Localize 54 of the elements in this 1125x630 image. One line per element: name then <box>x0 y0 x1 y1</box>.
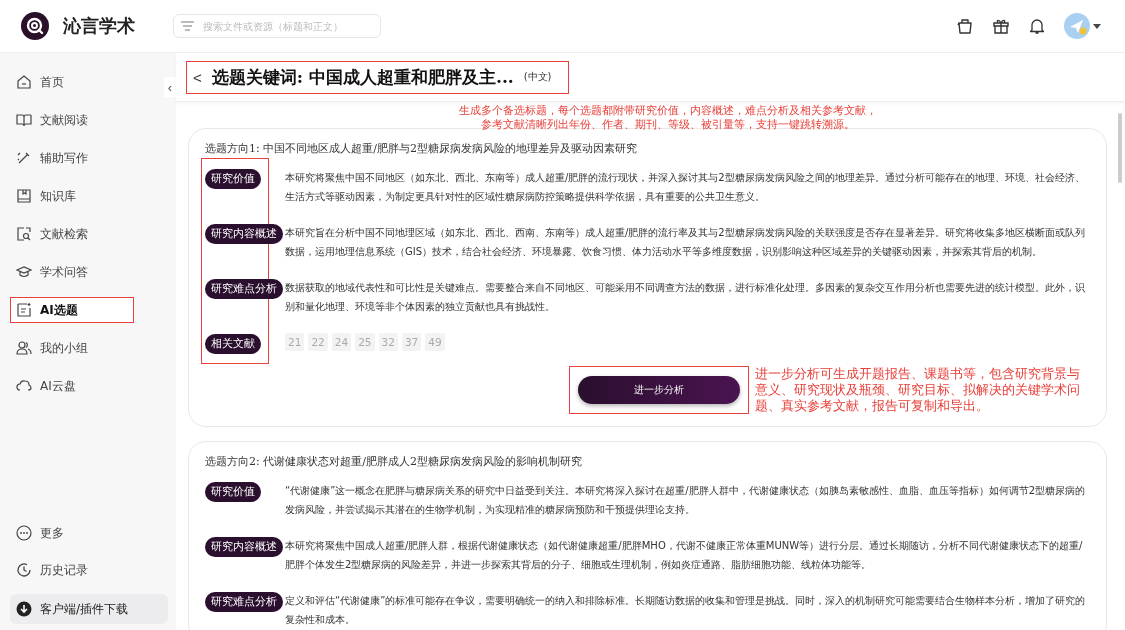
section-label: 相关文献 <box>205 334 261 354</box>
section-label: 研究难点分析 <box>205 279 283 299</box>
download-icon <box>16 601 32 617</box>
back-button[interactable]: < <box>193 68 202 86</box>
cloud-icon <box>16 378 32 394</box>
gift-icon[interactable] <box>992 17 1010 35</box>
pen-icon <box>16 150 32 166</box>
section-label: 研究难点分析 <box>205 592 283 612</box>
more-icon <box>16 525 32 541</box>
topic-title: 选题方向1: 中国不同地区成人超重/肥胖与2型糖尿病发病风险的地理差异及驱动因素研究 <box>205 141 638 156</box>
sidebar-item[interactable]: 辅助写作 <box>10 145 134 171</box>
section-label: 研究内容概述 <box>205 224 283 244</box>
notebook-icon <box>16 188 32 204</box>
section-label: 研究内容概述 <box>205 537 283 557</box>
logo-icon <box>21 12 49 40</box>
scrollbar[interactable] <box>1118 113 1122 183</box>
further-analysis-button[interactable]: 进一步分析 <box>578 376 740 404</box>
graduation-cap-icon <box>16 264 32 280</box>
section-text: 数据获取的地域代表性和可比性是关键难点。需要整合来自不同地区、可能采用不同调查方法的数据，进行标准化处理。多因素的复杂交互作用分析也需要先进的统计模型。此外，识别和量化地理、环境等非个体因素的独立贡献也具有挑战性。 <box>285 281 1086 314</box>
sidebar-item[interactable]: 文献检索 <box>10 221 134 247</box>
annotation-text: 生成多个备选标题，每个选题都附带研究价值，内容概述，难点分析及相关参考文献， <box>458 104 877 118</box>
section-label: 研究价值 <box>205 169 261 189</box>
section-text: 本研究将聚焦中国成人超重/肥胖人群，根据代谢健康状态（如代谢健康超重/肥胖MHO，代谢不健康正常体重MUNW等）进行分层。通过长期随访，分析不同代谢健康状态下的超重/肥胖个体发生2型糖尿病的风险差异，并进一步探索其背后的分子、细胞或生理机制，例如炎症通路、脂肪细胞功能、线粒体功能等。 <box>285 539 1084 572</box>
section-text: 定义和评估“代谢健康”的标准可能存在争议，需要明确统一的纳入和排除标准。长期随访数据的收集和管理是挑战。同时，深入的机制研究可能需要结合生物样本分析，增加了研究的复杂性和成本。 <box>285 594 1087 627</box>
section-text: 本研究旨在分析中国不同地理区域（如东北、西北、西南、东南等）成人超重/肥胖的流行率及其与2型糖尿病发病风险的关联强度是否存在显著差异。研究将收集多地区横断面或队列数据，运用地理信息系统（GIS）技术，结合社会经济、环境暴露、饮食习惯、体力活动水平等多维度数据，识别影响这种区域差异的关键驱动因素，并探索其背后的机制。 <box>285 226 1086 259</box>
section-text: “代谢健康”这一概念在肥胖与糖尿病关系的研究中日益受到关注。本研究将深入探讨在超重/肥胖人群中，代谢健康状态（如胰岛素敏感性、血脂、血压等指标）如何调节2型糖尿病的发病风险，并尝试揭示其潜在的生物学机制，为实现精准的糖尿病预防和干预提供理论支持。 <box>285 484 1087 517</box>
app-name: 沁言学术 <box>63 14 135 38</box>
sidebar-item[interactable]: AI云盘 <box>10 373 134 399</box>
collapse-button[interactable]: ‹ <box>164 77 176 97</box>
sidebar-item[interactable]: 我的小组 <box>10 335 134 361</box>
clock-icon <box>16 562 32 578</box>
page-title: 选题关键词: 中国成人超重和肥胖及主... <box>211 65 514 89</box>
sidebar-item[interactable]: AI选题 <box>10 297 134 323</box>
annotation-text: 参考文献清晰列出年份、作者、期刊、等级、被引量等，支持一键跳转溯源。 <box>480 118 855 132</box>
section-text: 本研究将聚焦中国不同地区（如东北、西北、东南等）成人超重/肥胖的流行现状，并深入探讨其与2型糖尿病发病风险之间的地理差异。通过分析可能存在的地理、环境、社会经济、生活方式等驱动因素，为制定更具针对性的区域性糖尿病防控策略提供科学依据，具有重要的公共卫生意义。 <box>285 171 1086 204</box>
section-label: 研究价值 <box>205 482 261 502</box>
download-button[interactable]: 客户端/插件下载 <box>10 594 168 624</box>
home-icon <box>16 74 32 90</box>
bell-icon[interactable] <box>1028 17 1046 35</box>
language-label: (中文) <box>523 70 552 84</box>
sidebar-item[interactable]: 文献阅读 <box>10 107 134 133</box>
document-search-icon <box>16 226 32 242</box>
sidebar-item[interactable]: 更多 <box>10 520 134 546</box>
sidebar-item[interactable]: 知识库 <box>10 183 134 209</box>
annotation-text: 进一步分析可生成开题报告、课题书等，包含研究背景与意义、研究现状及瓶颈、研究目标、拟解决的关键学术问题、真实参考文献，报告可复制和导出。 <box>755 366 1081 414</box>
people-icon <box>16 340 32 356</box>
topic-title: 选题方向2: 代谢健康状态对超重/肥胖成人2型糖尿病发病风险的影响机制研究 <box>205 454 583 469</box>
caret-icon[interactable] <box>1093 23 1101 29</box>
briefcase-icon[interactable] <box>956 17 974 35</box>
book-icon <box>16 112 32 128</box>
sidebar-item[interactable]: 学术问答 <box>10 259 134 285</box>
sidebar-item[interactable]: 历史记录 <box>10 557 134 583</box>
sidebar-item[interactable]: 首页 <box>10 69 134 95</box>
document-icon <box>16 302 32 318</box>
